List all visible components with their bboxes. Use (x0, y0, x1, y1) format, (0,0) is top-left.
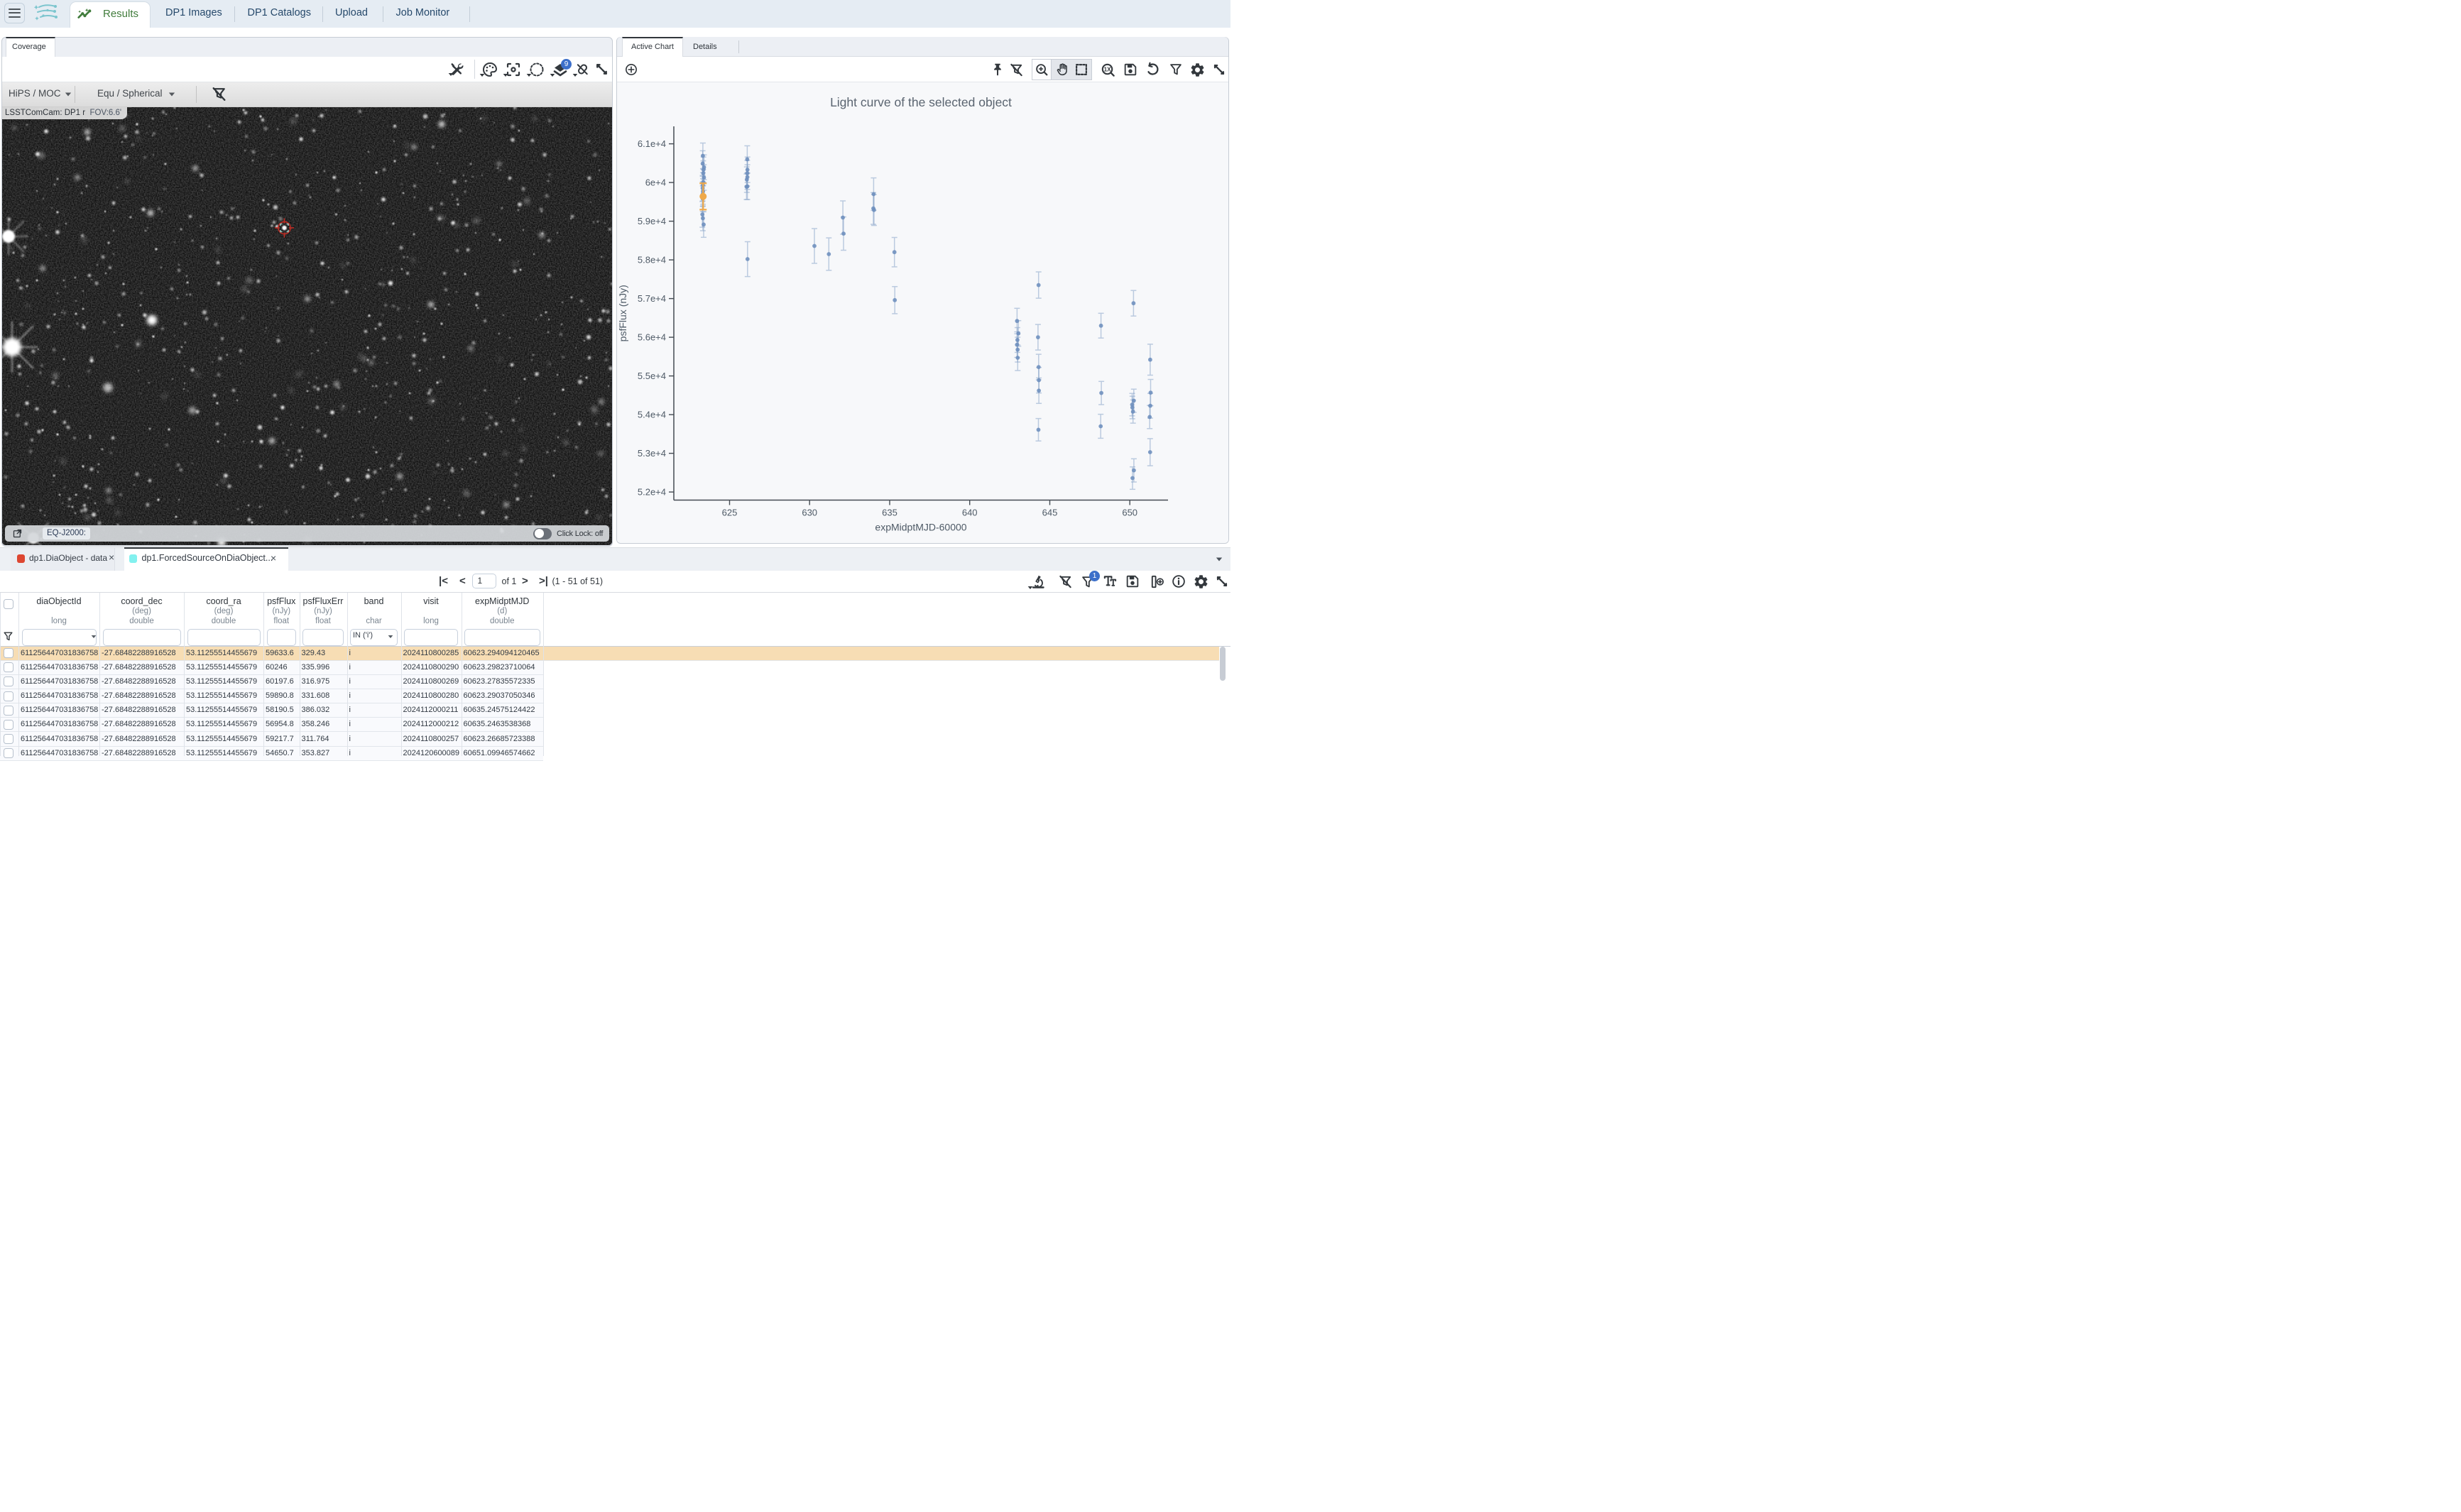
svg-text:650: 650 (1122, 508, 1137, 518)
svg-text:5.7e+4: 5.7e+4 (638, 293, 666, 304)
svg-text:5.6e+4: 5.6e+4 (638, 332, 666, 343)
svg-text:5.3e+4: 5.3e+4 (638, 448, 666, 459)
svg-text:5.9e+4: 5.9e+4 (638, 216, 666, 226)
svg-text:645: 645 (1042, 508, 1058, 518)
svg-text:635: 635 (882, 508, 897, 518)
svg-text:expMidptMJD-60000: expMidptMJD-60000 (875, 522, 966, 533)
svg-text:1X: 1X (1104, 67, 1112, 73)
svg-text:Light curve of the selected ob: Light curve of the selected object (830, 95, 1012, 109)
svg-text:5.2e+4: 5.2e+4 (638, 487, 666, 498)
svg-text:6.1e+4: 6.1e+4 (638, 138, 666, 149)
svg-text:625: 625 (722, 508, 738, 518)
svg-text:5.5e+4: 5.5e+4 (638, 371, 666, 381)
svg-text:630: 630 (802, 508, 817, 518)
svg-text:640: 640 (962, 508, 978, 518)
svg-text:5.4e+4: 5.4e+4 (638, 410, 666, 420)
svg-text:5.8e+4: 5.8e+4 (638, 255, 666, 265)
svg-text:psfFlux (nJy): psfFlux (nJy) (617, 285, 628, 341)
svg-text:6e+4: 6e+4 (645, 177, 666, 188)
